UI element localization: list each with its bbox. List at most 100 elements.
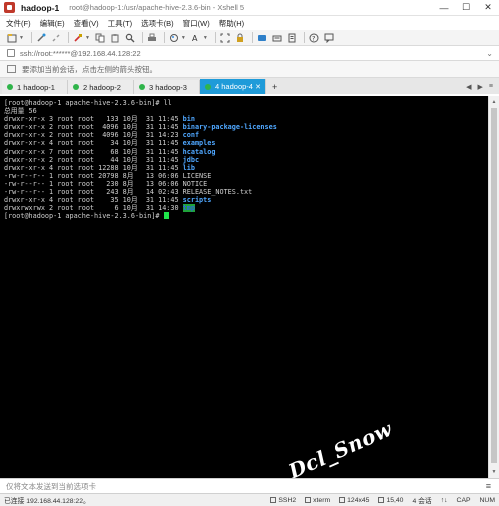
disconnect-icon[interactable]: [50, 32, 62, 44]
find-icon[interactable]: [124, 32, 136, 44]
tab-label: 4 hadoop-4: [215, 82, 253, 91]
listing-attributes: drwxr-xr-x 4 root root 12288 10月 31 11:4…: [4, 163, 183, 172]
tab-hadoop-2[interactable]: 2 hadoop-2: [68, 80, 134, 94]
listing-filename: examples: [182, 139, 216, 148]
size-icon: [339, 497, 346, 503]
svg-text:?: ?: [312, 34, 315, 42]
listing-attributes: drwxr-xr-x 4 root root 35 10月 31 11:45: [4, 196, 183, 205]
listing-row: -rw-r--r-- 1 root root 243 8月 14 02:43 R…: [4, 188, 488, 196]
tab-hadoop-1[interactable]: 1 hadoop-1: [2, 80, 68, 94]
status-arrows: ↑↓: [440, 496, 448, 504]
add-tab-button[interactable]: +: [272, 82, 277, 92]
compose-menu-icon[interactable]: ≡: [486, 481, 491, 491]
script-icon[interactable]: [286, 32, 298, 44]
menu-tabs[interactable]: 选项卡(B): [141, 18, 174, 29]
comment-icon[interactable]: [323, 32, 335, 44]
prompt-text: [root@hadoop-1 apache-hive-2.3.6-bin]#: [4, 212, 164, 221]
protocol-label: SSH2: [278, 496, 297, 504]
chevron-left-icon[interactable]: ◀: [466, 83, 471, 91]
terminal-type-label: xterm: [313, 496, 331, 504]
tab-hadoop-3[interactable]: 3 hadoop-3: [134, 80, 200, 94]
terminal-type-icon: [305, 497, 312, 503]
listing-filename: scripts: [182, 196, 212, 205]
chevron-down-icon[interactable]: ▼: [203, 35, 208, 41]
terminal-output[interactable]: [root@hadoop-1 apache-hive-2.3.6-bin]# l…: [0, 96, 488, 478]
scroll-up-icon[interactable]: ▲: [489, 97, 499, 107]
chevron-down-icon[interactable]: ▼: [19, 35, 24, 41]
scrollbar-thumb[interactable]: [491, 108, 497, 463]
listing-row: drwxr-xr-x 4 root root 34 10月 31 11:45 e…: [4, 139, 488, 147]
menu-file[interactable]: 文件(F): [6, 18, 31, 29]
window-controls: — ☐ ✕: [433, 0, 499, 16]
compose-input[interactable]: 仅将文本发送到当前选项卡: [6, 481, 96, 492]
connected-dot-icon: [73, 84, 79, 90]
status-cursor: 15,40: [378, 497, 403, 504]
listing-attributes: -rw-r--r-- 1 root root 20798 8月 13 06:06: [4, 171, 183, 180]
font-icon[interactable]: A: [190, 32, 202, 44]
listing-row: drwxrwxrwx 2 root root 6 10月 31 14:30 tm…: [4, 204, 488, 213]
menu-edit[interactable]: 编辑(E): [40, 18, 65, 29]
lock-icon[interactable]: [234, 32, 246, 44]
add-session-icon[interactable]: [7, 65, 16, 73]
listing-filename: hcatalog: [182, 147, 216, 156]
listing-filename: jdbc: [182, 155, 200, 164]
menu-window[interactable]: 窗口(W): [183, 18, 210, 29]
terminal-cursor: [163, 212, 169, 220]
tab-list-icon[interactable]: ≡: [489, 83, 493, 91]
new-session-icon[interactable]: [6, 32, 18, 44]
color-scheme-icon[interactable]: [168, 32, 180, 44]
cursor-label: 15,40: [386, 496, 404, 504]
menu-view[interactable]: 查看(V): [74, 18, 99, 29]
maximize-button[interactable]: ☐: [455, 0, 477, 16]
listing-attributes: -rw-r--r-- 1 root root 243 8月 14 02:43: [4, 188, 183, 197]
listing-attributes: drwxr-xr-x 7 root root 68 10月 31 11:45: [4, 147, 183, 156]
minimize-button[interactable]: —: [433, 0, 455, 16]
menu-tools[interactable]: 工具(T): [108, 18, 133, 29]
menu-bar: 文件(F) 编辑(E) 查看(V) 工具(T) 选项卡(B) 窗口(W) 帮助(…: [0, 16, 499, 30]
tab-hadoop-4[interactable]: 4 hadoop-4 ✕: [200, 79, 266, 94]
listing-filename: tmp: [182, 204, 195, 213]
terminal-total-line: 总用量 56: [4, 107, 37, 116]
listing-row: drwxr-xr-x 3 root root 133 10月 31 11:45 …: [4, 115, 488, 123]
listing-row: drwxr-xr-x 4 root root 12288 10月 31 11:4…: [4, 164, 488, 172]
print-icon[interactable]: [146, 32, 158, 44]
fullscreen-icon[interactable]: [219, 32, 231, 44]
listing-attributes: drwxr-xr-x 4 root root 34 10月 31 11:45: [4, 139, 183, 148]
terminal-command-line: [root@hadoop-1 apache-hive-2.3.6-bin]# l…: [4, 99, 172, 107]
scroll-down-icon[interactable]: ▼: [489, 467, 499, 477]
arrow-down-icon[interactable]: ⌄: [486, 49, 493, 58]
connect-icon[interactable]: [35, 32, 47, 44]
help-icon[interactable]: ?: [308, 32, 320, 44]
connected-dot-icon: [205, 83, 211, 90]
sessions-label: 4 会话: [412, 498, 432, 505]
paste-icon[interactable]: [109, 32, 121, 44]
status-caps: CAP: [456, 496, 471, 504]
address-input[interactable]: ssh://root:******@192.168.44.128:22: [20, 49, 141, 58]
toolbar-divider: [141, 32, 143, 43]
connected-dot-icon: [139, 84, 145, 90]
compose-bar: 仅将文本发送到当前选项卡 ≡: [0, 478, 499, 493]
keyboard-icon[interactable]: [271, 32, 283, 44]
listing-row: drwxr-xr-x 7 root root 68 10月 31 11:45 h…: [4, 148, 488, 156]
connection-status: 已连接 192.168.44.128:22。: [4, 498, 90, 505]
info-bar: 要添加当前会话，点击左侧的箭头按钮。: [0, 61, 499, 78]
chevron-down-icon[interactable]: ▼: [181, 35, 186, 41]
close-button[interactable]: ✕: [477, 0, 499, 16]
toolbar-divider: [30, 32, 32, 43]
chevron-down-icon[interactable]: ▼: [85, 35, 90, 41]
listing-filename: NOTICE: [182, 179, 208, 188]
xftp-icon[interactable]: [256, 32, 268, 44]
terminal-scrollbar[interactable]: ▲ ▼: [488, 96, 499, 478]
connected-dot-icon: [7, 84, 13, 90]
menu-help[interactable]: 帮助(H): [219, 18, 244, 29]
chevron-right-icon[interactable]: ▶: [478, 83, 483, 91]
xshell-logo-icon: [4, 2, 15, 13]
close-tab-icon[interactable]: ✕: [255, 83, 261, 91]
window-session-name: hadoop-1: [21, 2, 60, 13]
properties-icon[interactable]: [72, 32, 84, 44]
listing-row: -rw-r--r-- 1 root root 20798 8月 13 06:06…: [4, 172, 488, 180]
toolbar: ▼ ▼ ▼ A ▼ ?: [0, 30, 499, 46]
copy-icon[interactable]: [94, 32, 106, 44]
size-label: 124x45: [347, 496, 370, 504]
listing-row: drwxr-xr-x 2 root root 44 10月 31 11:45 j…: [4, 156, 488, 164]
